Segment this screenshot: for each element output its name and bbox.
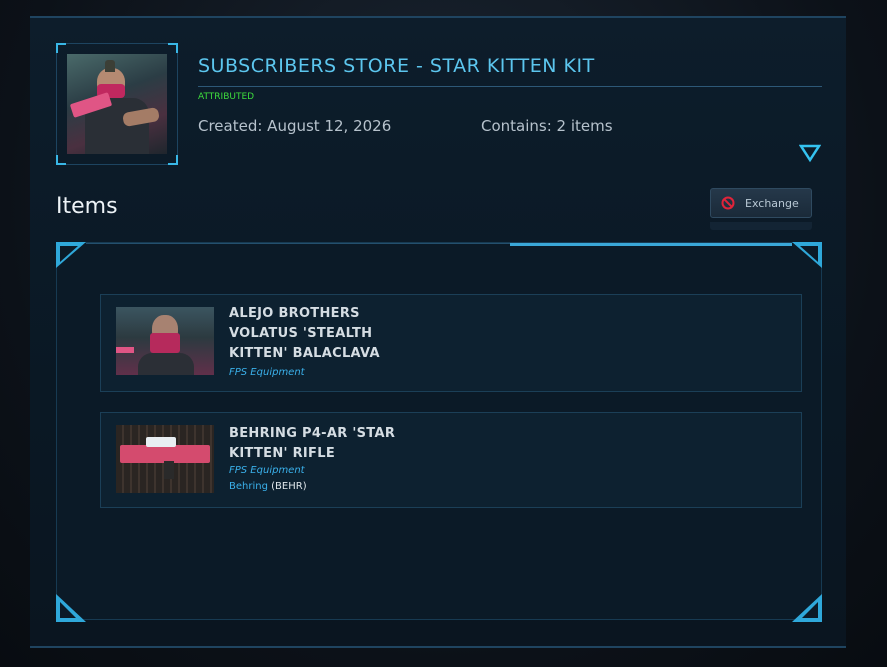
exchange-button[interactable]: Exchange	[710, 188, 812, 218]
corner-bracket-bottom-right	[792, 594, 822, 622]
pledge-thumbnail-frame	[56, 43, 178, 165]
items-accent-bar	[510, 243, 792, 246]
item-count: Contains: 2 items	[481, 117, 613, 135]
items-heading: Items	[56, 194, 118, 219]
created-date: Created: August 12, 2026	[198, 117, 392, 135]
item-thumbnail	[116, 307, 214, 375]
status-badge: ATTRIBUTED	[198, 92, 255, 102]
corner-bracket-top-left	[56, 242, 86, 268]
item-thumbnail	[116, 425, 214, 493]
no-entry-icon	[721, 196, 735, 210]
item-category: FPS Equipment	[229, 367, 305, 378]
list-item[interactable]: BEHRING P4-AR 'STAR KITTEN' RIFLE FPS Eq…	[100, 412, 802, 508]
item-name: BEHRING P4-AR 'STAR KITTEN' RIFLE	[229, 426, 396, 461]
corner-bracket-bottom-left	[56, 594, 86, 622]
item-category: FPS Equipment	[229, 465, 305, 476]
item-manufacturer: Behring (BEHR)	[229, 481, 307, 492]
chevron-down-icon[interactable]	[799, 143, 821, 163]
list-item[interactable]: ALEJO BROTHERS VOLATUS 'STEALTH KITTEN' …	[100, 294, 802, 392]
pledge-image	[67, 54, 167, 154]
corner-bracket-top-right	[792, 242, 822, 268]
exchange-label: Exchange	[745, 196, 799, 210]
manufacturer-name[interactable]: Behring	[229, 481, 268, 492]
pledge-title: SUBSCRIBERS STORE - STAR KITTEN KIT	[198, 55, 595, 77]
manufacturer-code: BEHR	[275, 481, 303, 492]
item-name: ALEJO BROTHERS VOLATUS 'STEALTH KITTEN' …	[229, 306, 380, 361]
title-divider	[198, 86, 822, 87]
